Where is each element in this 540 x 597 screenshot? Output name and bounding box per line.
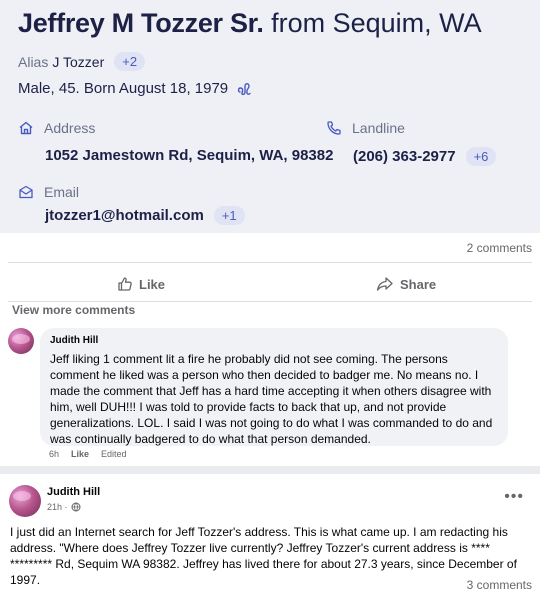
like-label: Like [139,276,166,292]
comment-meta: 6h Like Edited [49,449,127,459]
profile-heading: Jeffrey M Tozzer Sr. from Sequim, WA [18,8,482,39]
divider [8,301,532,302]
alias-label: Alias [18,53,49,70]
comment-count[interactable]: 3 comments [467,578,532,592]
alias-row: Alias J Tozzer +2 [18,52,146,71]
mail-icon [19,185,33,199]
phone-icon [327,121,341,135]
divider [8,262,532,263]
landline-more-badge[interactable]: +6 [465,147,497,166]
landline-value[interactable]: (206) 363-2977 [353,148,456,165]
demographics-row: Male, 45. Born August 18, 1979 [18,80,252,97]
post-feedback-section: 2 comments Like Share View more comments… [0,233,540,466]
post-text: I just did an Internet search for Jeff T… [10,525,517,587]
email-value[interactable]: jtozzer1@hotmail.com [45,207,204,224]
landline-label: Landline [352,120,405,136]
share-button[interactable]: Share [376,269,436,299]
profile-name: Jeffrey M Tozzer Sr. [18,8,264,38]
address-value[interactable]: 1052 Jamestown Rd, Sequim, WA, 98382 [45,147,333,164]
share-label: Share [400,276,437,292]
profile-card: Jeffrey M Tozzer Sr. from Sequim, WA Ali… [0,0,540,233]
thumbs-up-icon [118,277,132,291]
email-label: Email [44,184,80,200]
leo-zodiac-icon [238,82,251,95]
share-icon [376,277,393,291]
home-icon [19,121,33,135]
comment-time[interactable]: 6h [49,449,59,459]
post-time[interactable]: 21h · [47,502,68,512]
comment-bubble: Judith Hill Jeff liking 1 comment lit a … [40,328,508,446]
post-timestamp: 21h · [47,502,81,512]
comment-edited-label: Edited [101,449,127,459]
landline-field: Landline (206) 363-2977 +6 [326,120,497,166]
address-label: Address [44,120,96,136]
view-more-comments-link[interactable]: View more comments [12,303,135,317]
alias-more-badge[interactable]: +2 [114,52,146,71]
avatar[interactable] [9,485,41,517]
email-more-badge[interactable]: +1 [213,206,245,225]
more-options-icon[interactable]: ••• [504,488,524,506]
profile-location: from Sequim, WA [271,8,482,38]
comment-like-button[interactable]: Like [71,449,89,459]
post-author[interactable]: Judith Hill [47,486,100,498]
comment-count[interactable]: 2 comments [467,241,532,255]
globe-icon [71,502,81,512]
post: Judith Hill 21h · ••• I just did an Inte… [0,474,540,597]
email-field: Email jtozzer1@hotmail.com +1 [18,184,245,225]
comment-text: Jeff liking 1 comment lit a fire he prob… [50,352,493,446]
address-field: Address 1052 Jamestown Rd, Sequim, WA, 9… [18,120,333,164]
alias-value: J Tozzer [52,53,105,70]
demographics-text: Male, 45. Born August 18, 1979 [18,80,229,97]
avatar[interactable] [8,328,34,354]
like-button[interactable]: Like [117,269,165,299]
comment-author[interactable]: Judith Hill [50,335,498,346]
